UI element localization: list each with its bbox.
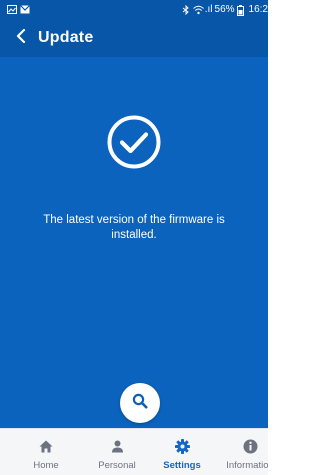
battery-icon	[236, 4, 247, 16]
update-screen: .ıl 56% 16:2 Update The latest version o…	[0, 0, 268, 475]
status-right-icons: .ıl 56% 16:2	[181, 0, 268, 19]
back-button[interactable]	[6, 19, 36, 57]
check-circle-icon	[107, 115, 161, 169]
info-icon	[242, 438, 258, 454]
search-icon	[132, 393, 148, 414]
nav-label-information: Information	[226, 460, 268, 471]
gear-icon	[174, 438, 190, 454]
status-time: 16:2	[248, 4, 268, 15]
mail-notification-icon	[20, 4, 30, 15]
page-title: Update	[38, 29, 94, 46]
person-icon	[109, 438, 125, 454]
search-button[interactable]	[120, 383, 160, 423]
nav-label-personal: Personal	[98, 460, 136, 471]
main-content: The latest version of the firmware is in…	[0, 57, 268, 428]
nav-item-home[interactable]: Home	[27, 429, 65, 475]
bottom-navigation: Home Personal Settings Informatio	[0, 428, 268, 475]
bluetooth-icon	[181, 4, 191, 15]
gallery-notification-icon	[7, 4, 17, 15]
status-bar: .ıl 56% 16:2	[0, 0, 268, 19]
status-left-icons	[0, 4, 30, 15]
nav-label-home: Home	[33, 460, 59, 471]
nav-item-settings[interactable]: Settings	[160, 429, 204, 475]
wifi-icon	[192, 5, 204, 15]
firmware-status-message: The latest version of the firmware is in…	[43, 214, 225, 241]
app-bar: Update	[0, 19, 268, 57]
home-icon	[38, 438, 54, 454]
chevron-left-icon	[16, 28, 26, 48]
battery-percent: 56%	[214, 4, 235, 15]
nav-item-personal[interactable]: Personal	[92, 429, 142, 475]
nav-label-settings: Settings	[163, 460, 201, 471]
nav-item-information[interactable]: Information	[222, 429, 268, 475]
signal-indicator: .ıl	[204, 4, 213, 15]
